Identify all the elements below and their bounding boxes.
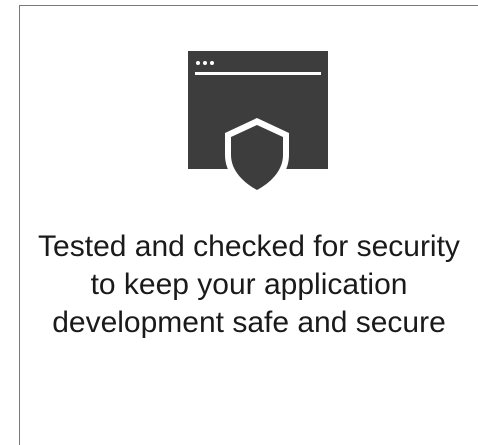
browser-window-shield-icon	[186, 51, 329, 194]
feature-caption: Tested and checked for security to keep …	[20, 228, 478, 342]
feature-card: Tested and checked for security to keep …	[19, 5, 478, 445]
caption-line-1: Tested and checked for security	[38, 230, 460, 263]
caption-line-2: to keep your application	[90, 268, 408, 301]
caption-line-3: development safe and secure	[52, 306, 446, 339]
